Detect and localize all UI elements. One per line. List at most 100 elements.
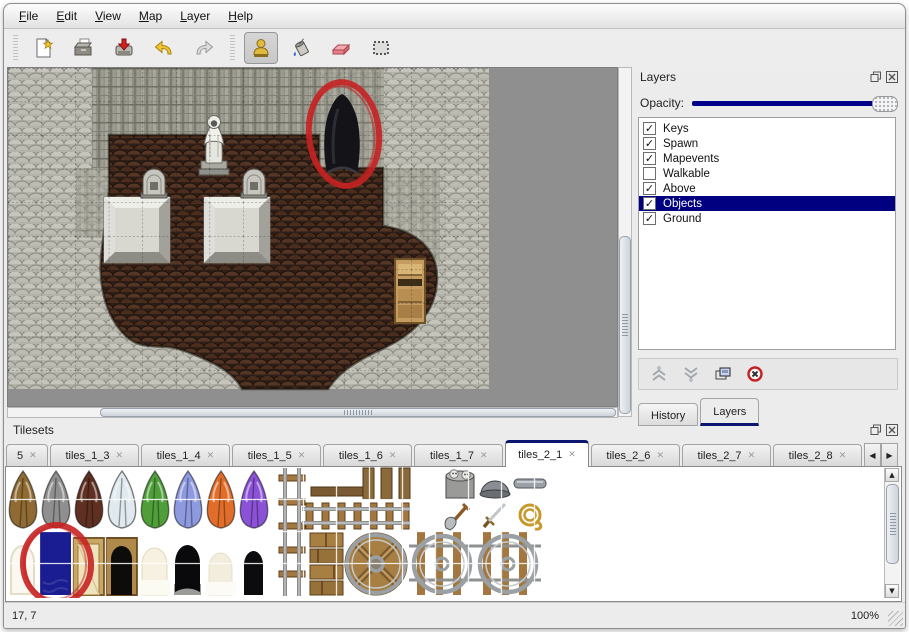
select-tool-button[interactable] — [364, 32, 398, 64]
tilesets-panel: Tilesets 5 ✕ tiles_1_3 ✕ tiles_1_4 ✕ t — [5, 420, 902, 601]
tileset-tab-tiles_2_7[interactable]: tiles_2_7 ✕ — [682, 444, 771, 467]
map-vertical-scrollbar[interactable] — [618, 67, 632, 417]
tile-grid-overlay — [8, 68, 489, 389]
float-panel-icon[interactable] — [869, 424, 882, 437]
close-tab-icon[interactable]: ✕ — [207, 451, 215, 461]
close-tab-icon[interactable]: ✕ — [839, 451, 847, 461]
tileset-scrollbar-thumb[interactable] — [886, 484, 899, 564]
layer-label: Mapevents — [663, 153, 719, 165]
window-resize-grip[interactable] — [888, 611, 903, 626]
close-tab-icon[interactable]: ✕ — [656, 451, 664, 461]
layer-visibility-checkbox[interactable]: ✓ — [643, 197, 656, 210]
layer-row-above[interactable]: ✓ Above — [639, 181, 895, 196]
opacity-slider[interactable] — [692, 95, 898, 111]
scroll-tabs-left-button[interactable]: ◀ — [864, 443, 881, 467]
tileset-canvas[interactable]: ▲ ▼ — [5, 466, 902, 602]
close-tab-icon[interactable]: ✕ — [29, 451, 37, 461]
layer-row-spawn[interactable]: ✓ Spawn — [639, 136, 895, 151]
dark-doorway-tile[interactable] — [106, 538, 137, 595]
toolbar-separator[interactable] — [230, 35, 235, 61]
black-arch-tile[interactable] — [174, 545, 201, 595]
scroll-down-button[interactable]: ▼ — [885, 584, 899, 598]
scroll-up-button[interactable]: ▲ — [885, 468, 899, 482]
tileset-tab-label: tiles_1_6 — [339, 450, 383, 462]
tileset-tab-tiles_2_6[interactable]: tiles_2_6 ✕ — [591, 444, 680, 467]
move-layer-down-button[interactable] — [679, 363, 703, 385]
layer-row-objects[interactable]: ✓ Objects — [639, 196, 895, 211]
tileset-tab-tiles_2_8[interactable]: tiles_2_8 ✕ — [773, 444, 862, 467]
tileset-vertical-scrollbar[interactable]: ▲ ▼ — [884, 468, 900, 598]
save-button[interactable] — [107, 32, 141, 64]
skull-barrel-tile[interactable] — [446, 470, 474, 498]
layer-visibility-checkbox[interactable]: ✓ — [643, 137, 656, 150]
tileset-tab-tiles_1_6[interactable]: tiles_1_6 ✕ — [323, 444, 412, 467]
tileset-tab-label: tiles_2_6 — [606, 450, 650, 462]
tileset-tab-tiles_1_7[interactable]: tiles_1_7 ✕ — [414, 444, 503, 467]
close-tab-icon[interactable]: ✕ — [480, 451, 488, 461]
left-arrow-icon: ◀ — [869, 451, 875, 460]
delete-layer-button[interactable] — [743, 363, 767, 385]
map-horizontal-scrollbar-thumb[interactable] — [100, 408, 616, 417]
layer-row-walkable[interactable]: Walkable — [639, 166, 895, 181]
duplicate-layer-button[interactable] — [711, 363, 735, 385]
close-tab-icon[interactable]: ✕ — [389, 451, 397, 461]
tileset-tab-label: tiles_2_7 — [698, 450, 742, 462]
open-button[interactable] — [67, 32, 101, 64]
tileset-tab-label: tiles_2_8 — [789, 450, 833, 462]
metal-bar-tile[interactable] — [514, 479, 546, 488]
map-content — [8, 68, 489, 389]
redo-button[interactable] — [187, 32, 221, 64]
close-tab-icon[interactable]: ✕ — [568, 450, 576, 460]
menu-help[interactable]: Help — [219, 6, 262, 26]
opacity-slider-track[interactable] — [692, 101, 896, 106]
toolbar-handle[interactable] — [13, 35, 18, 61]
close-tab-icon[interactable]: ✕ — [116, 451, 124, 461]
tileset-tab-label: tiles_1_4 — [157, 450, 201, 462]
map-canvas[interactable] — [7, 67, 618, 407]
tileset-tab-tiles_1_5[interactable]: tiles_1_5 ✕ — [232, 444, 321, 467]
tileset-tab-tiles_2_1[interactable]: tiles_2_1 ✕ — [505, 440, 588, 467]
opacity-slider-handle[interactable] — [872, 96, 898, 112]
layer-visibility-checkbox[interactable] — [643, 167, 656, 180]
scroll-tabs-right-button[interactable]: ▶ — [881, 443, 898, 467]
fill-tool-button[interactable] — [284, 32, 318, 64]
close-panel-icon[interactable] — [885, 424, 898, 437]
tilesets-panel-header: Tilesets — [5, 420, 902, 440]
map-horizontal-scrollbar[interactable] — [7, 407, 618, 418]
layers-panel-title: Layers — [640, 70, 866, 84]
tileset-tab-label: tiles_1_7 — [430, 450, 474, 462]
menu-file[interactable]: File — [10, 6, 47, 26]
layer-label: Keys — [663, 123, 689, 135]
move-layer-up-button[interactable] — [647, 363, 671, 385]
eraser-tool-button[interactable] — [324, 32, 358, 64]
menu-bar: File Edit View Map Layer Help — [4, 4, 905, 29]
menu-map[interactable]: Map — [130, 6, 171, 26]
layer-visibility-checkbox[interactable]: ✓ — [643, 122, 656, 135]
layer-row-keys[interactable]: ✓ Keys — [639, 121, 895, 136]
layer-visibility-checkbox[interactable]: ✓ — [643, 212, 656, 225]
layers-panel: Layers Opacity: ✓ Keys ✓ Spawn — [632, 67, 902, 419]
new-file-button[interactable] — [27, 32, 61, 64]
layer-visibility-checkbox[interactable]: ✓ — [643, 152, 656, 165]
menu-view[interactable]: View — [86, 6, 130, 26]
black-arch-tile[interactable] — [244, 551, 263, 595]
float-panel-icon[interactable] — [869, 71, 882, 84]
save-icon — [112, 36, 136, 60]
menu-edit[interactable]: Edit — [47, 6, 86, 26]
close-tab-icon[interactable]: ✕ — [748, 451, 756, 461]
close-tab-icon[interactable]: ✕ — [298, 451, 306, 461]
tileset-tab-tiles_1_4[interactable]: tiles_1_4 ✕ — [141, 444, 230, 467]
menu-layer[interactable]: Layer — [171, 6, 219, 26]
undo-button[interactable] — [147, 32, 181, 64]
tileset-tab-5[interactable]: 5 ✕ — [6, 444, 48, 467]
stamp-tool-button[interactable] — [244, 32, 278, 64]
layer-label: Ground — [663, 213, 701, 225]
opacity-control: Opacity: — [640, 91, 898, 115]
layer-row-ground[interactable]: ✓ Ground — [639, 211, 895, 226]
layer-visibility-checkbox[interactable]: ✓ — [643, 182, 656, 195]
close-panel-icon[interactable] — [885, 71, 898, 84]
map-vertical-scrollbar-thumb[interactable] — [619, 236, 631, 414]
tileset-tab-tiles_1_3[interactable]: tiles_1_3 ✕ — [50, 444, 139, 467]
layer-row-mapevents[interactable]: ✓ Mapevents — [639, 151, 895, 166]
toolbar — [4, 29, 905, 66]
